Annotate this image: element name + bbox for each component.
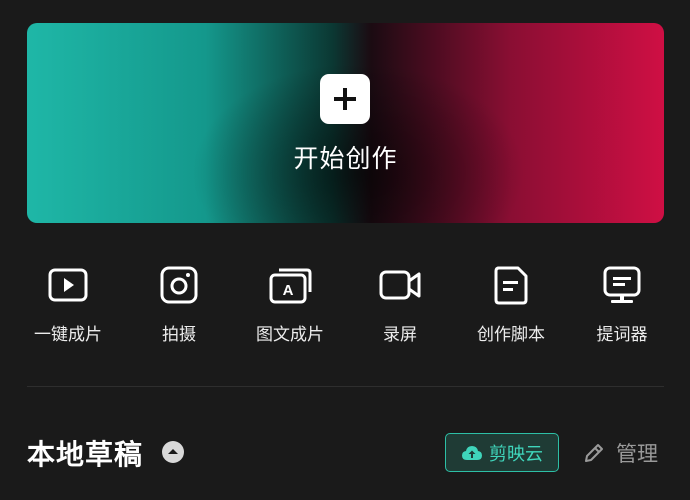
collapse-drafts-button[interactable] [162,441,184,463]
caret-up-icon [168,449,178,454]
tool-teleprompter[interactable]: 提词器 [572,262,672,352]
tool-shoot[interactable]: 拍摄 [129,262,229,352]
pencil-icon [585,444,603,462]
text-to-video-icon: A [269,268,312,304]
local-drafts-title: 本地草稿 [27,438,144,471]
jianying-cloud-button[interactable]: 剪映云 [445,433,559,472]
tool-label: 一键成片 [34,325,102,345]
tool-label: 提词器 [596,325,648,345]
tool-label: 创作脚本 [477,325,545,345]
script-document-icon [494,266,528,305]
svg-text:A: A [283,282,294,299]
quick-tools-row: 一键成片 拍摄 A 图文成片 录屏 创作脚本 提词器 [0,262,690,352]
camera-icon [160,266,198,304]
play-icon [48,268,88,302]
tool-one-click-video[interactable]: 一键成片 [18,262,118,352]
cloud-upload-icon [462,445,482,460]
section-divider [27,386,664,387]
cloud-button-label: 剪映云 [489,443,543,465]
tool-creation-script[interactable]: 创作脚本 [461,262,561,352]
tool-label: 图文成片 [256,325,324,345]
tool-text-to-video[interactable]: A 图文成片 [240,262,340,352]
tool-label: 录屏 [383,325,417,345]
tool-label: 拍摄 [162,325,196,345]
teleprompter-icon [603,266,641,303]
start-creation-banner[interactable]: 开始创作 [27,23,664,223]
tool-screen-record[interactable]: 录屏 [350,262,450,352]
manage-button[interactable]: 管理 [582,436,658,470]
start-creation-label: 开始创作 [293,144,398,173]
manage-button-label: 管理 [616,442,658,466]
video-camera-icon [379,270,421,300]
plus-icon[interactable] [320,74,370,124]
